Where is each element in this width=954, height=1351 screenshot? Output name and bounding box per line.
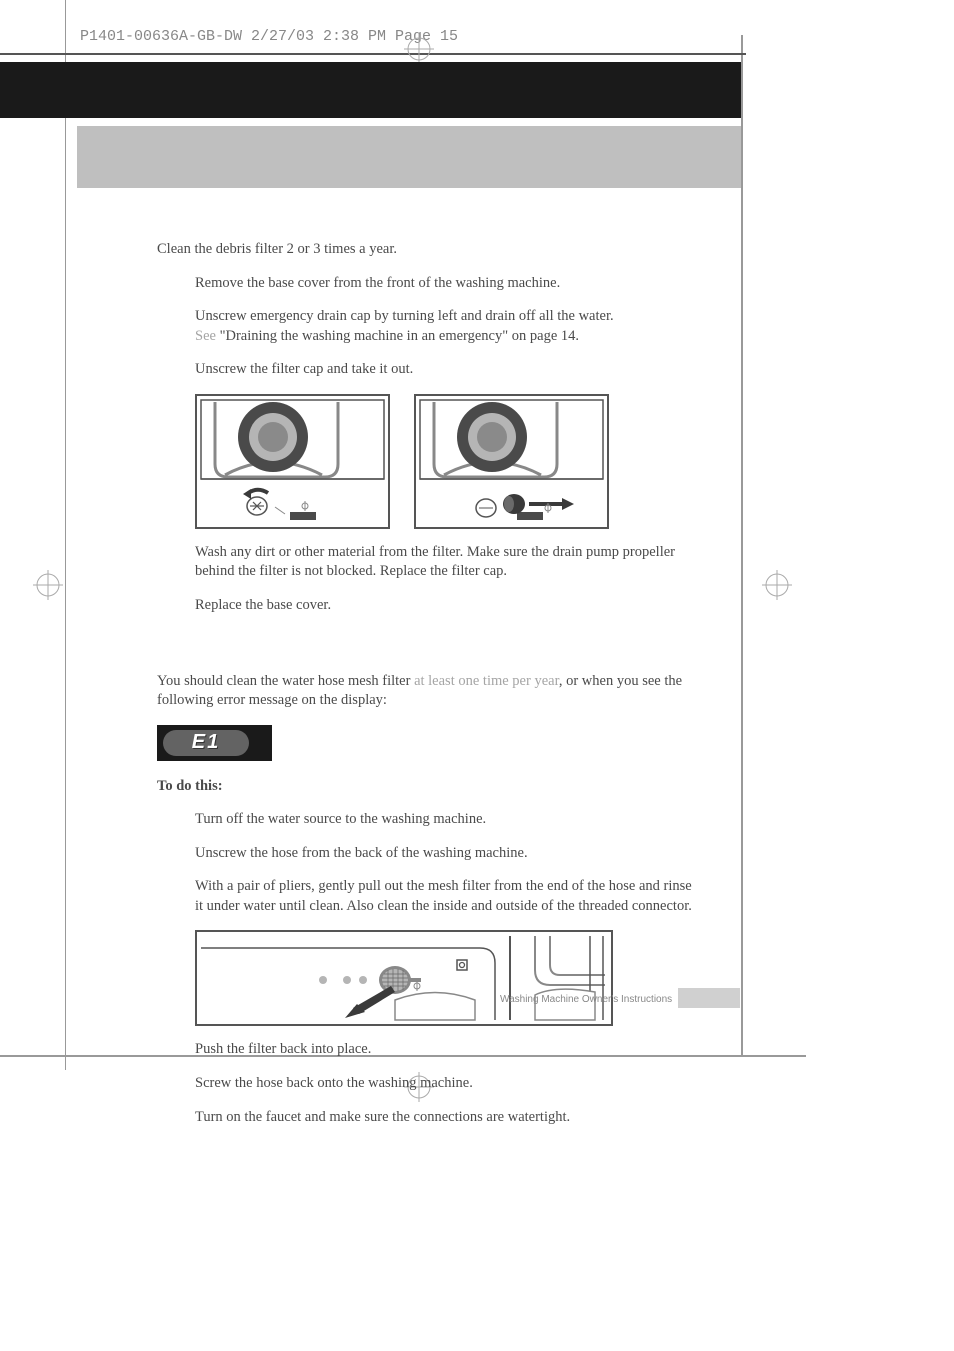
figure-filter-remove: [414, 394, 609, 529]
figure-hose-filter: [195, 930, 613, 1026]
section2-step6: Turn on the faucet and make sure the con…: [195, 1108, 697, 1128]
section1-step2: Unscrew emergency drain cap by turning l…: [195, 307, 697, 346]
section2-intro: You should clean the water hose mesh fil…: [157, 672, 697, 711]
footer-text: Washing Machine Owner's Instructions: [500, 994, 672, 1005]
intro-a: You should clean the water hose mesh fil…: [157, 673, 414, 689]
step2-line1: Unscrew emergency drain cap by turning l…: [195, 308, 614, 324]
error-display-screen: E1: [163, 730, 249, 756]
figure-filter-unscrew: [195, 394, 390, 529]
section2-step5: Screw the hose back onto the washing mac…: [195, 1074, 697, 1094]
section2-step2: Unscrew the hose from the back of the wa…: [195, 844, 697, 864]
intro-grey: at least one time per year: [414, 673, 559, 689]
step2-ref: "Draining the washing machine in an emer…: [220, 328, 579, 344]
section2-step3: With a pair of pliers, gently pull out t…: [195, 877, 697, 916]
section1-intro: Clean the debris filter 2 or 3 times a y…: [157, 240, 697, 260]
error-code: E1: [192, 729, 220, 756]
header-grey-banner: [77, 126, 741, 188]
page-frame-right: [741, 35, 743, 1055]
step2-see: See: [195, 328, 220, 344]
section1-step5: Replace the base cover.: [195, 596, 697, 616]
section1-step1: Remove the base cover from the front of …: [195, 274, 697, 294]
error-display-panel: E1: [157, 725, 272, 761]
section2-step1: Turn off the water source to the washing…: [195, 810, 697, 830]
crop-mark-right: [762, 570, 792, 600]
footer-page-bar: [678, 988, 740, 1008]
crop-mark-left: [33, 570, 63, 600]
todo-heading: To do this:: [157, 777, 697, 797]
section1-step4: Wash any dirt or other material from the…: [195, 543, 697, 582]
main-content: Clean the debris filter 2 or 3 times a y…: [157, 240, 697, 1141]
figure-row-1: [195, 394, 697, 529]
section2-step4: Push the filter back into place.: [195, 1040, 697, 1060]
page-frame-left: [65, 0, 66, 1070]
print-job-header: P1401-00636A-GB-DW 2/27/03 2:38 PM Page …: [80, 28, 458, 45]
header-black-bar: [0, 62, 741, 118]
section1-step3: Unscrew the filter cap and take it out.: [195, 360, 697, 380]
page-frame-top: [0, 53, 746, 55]
crop-mark-top: [404, 34, 434, 64]
